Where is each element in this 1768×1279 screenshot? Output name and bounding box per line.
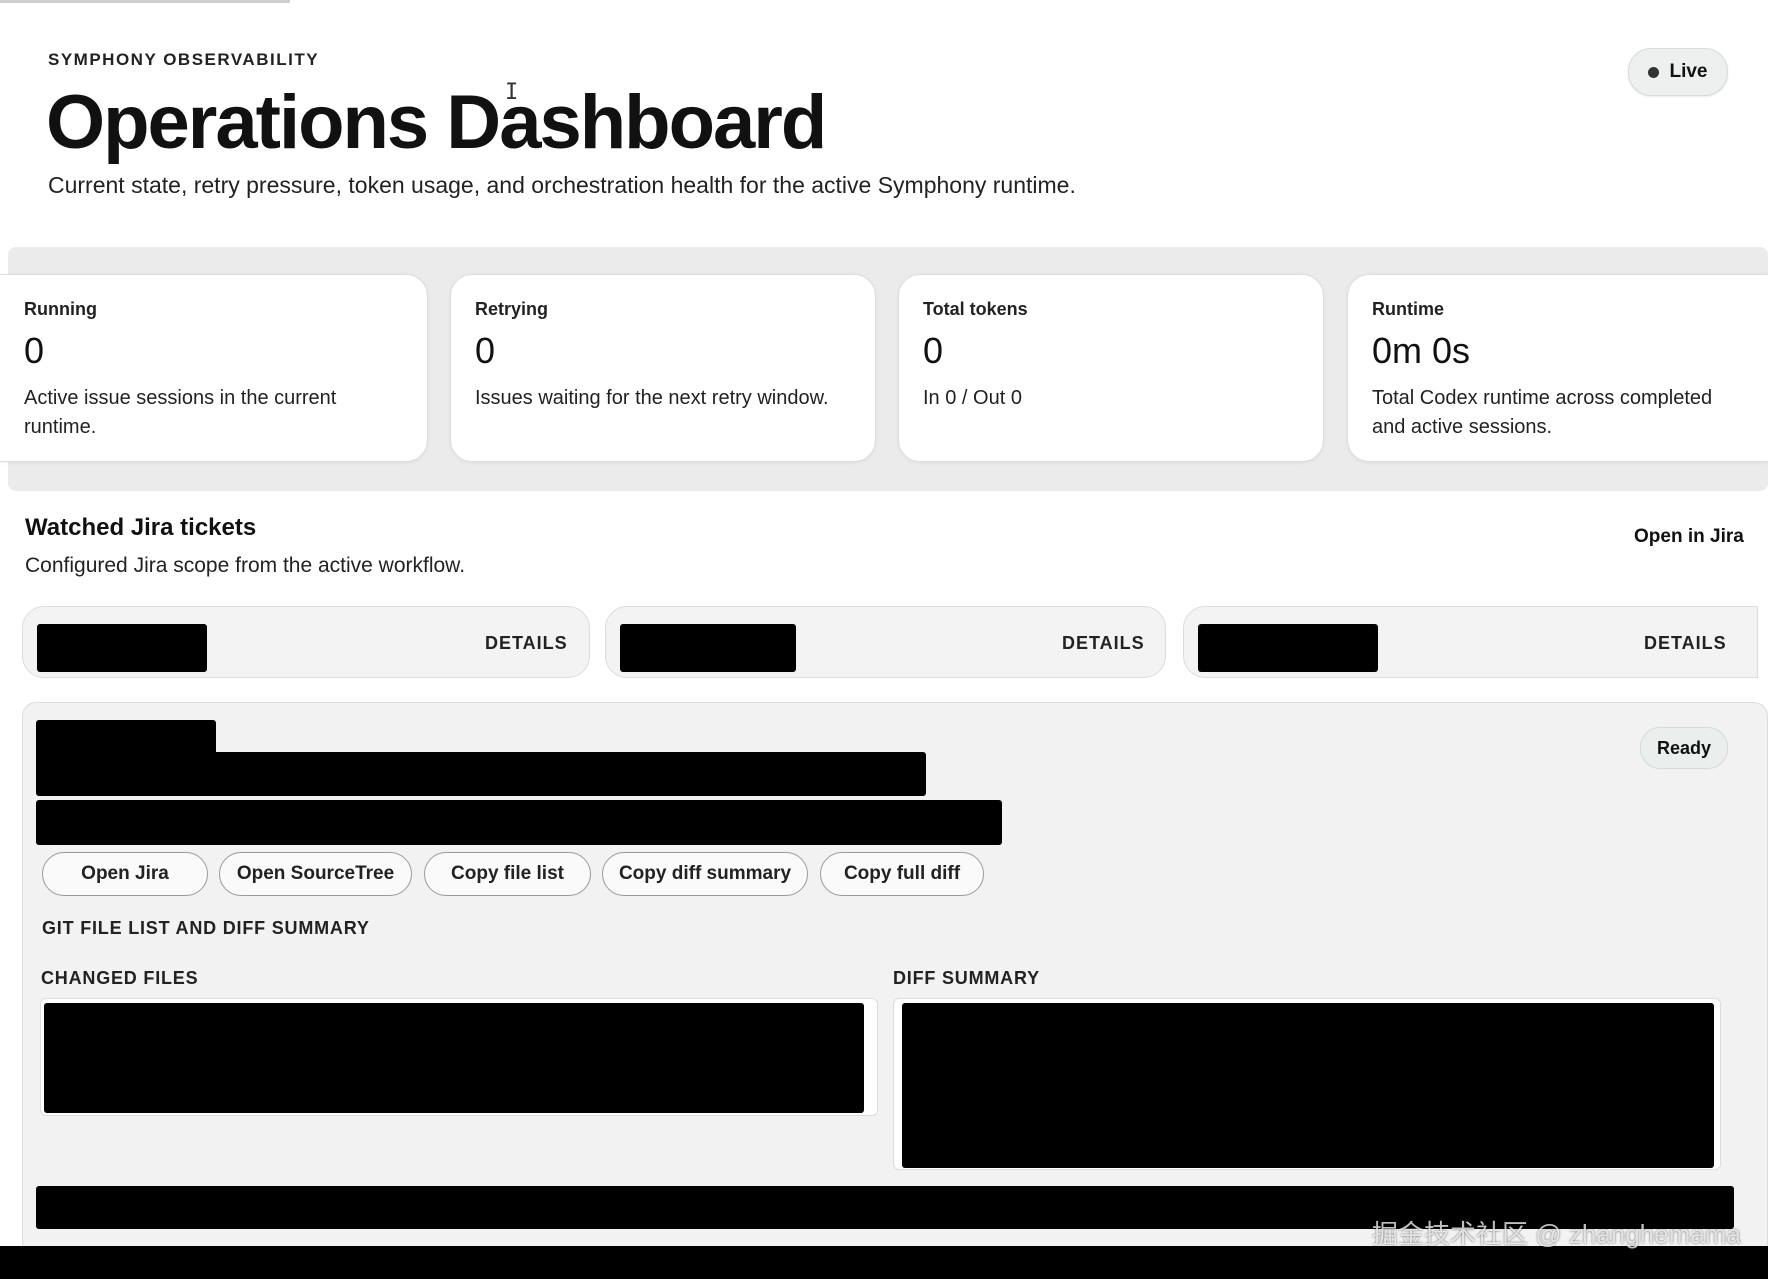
- stat-value: 0: [24, 330, 45, 371]
- copy-file-list-button[interactable]: Copy file list: [424, 852, 591, 896]
- redacted-ticket-meta: [36, 800, 1002, 845]
- page-subtitle: Current state, retry pressure, token usa…: [48, 172, 1076, 198]
- ticket-details-button[interactable]: DETAILS: [1644, 633, 1727, 654]
- stat-value: 0m 0s: [1372, 330, 1471, 371]
- git-section-heading: GIT FILE LIST AND DIFF SUMMARY: [42, 918, 370, 938]
- stat-value: 0: [923, 330, 944, 371]
- redacted-ticket-key: [620, 624, 796, 672]
- live-status-badge: Live: [1628, 48, 1728, 96]
- redacted-ticket-title: [36, 752, 926, 796]
- copy-full-diff-button[interactable]: Copy full diff: [820, 852, 984, 896]
- stat-card-retrying: Retrying 0 Issues waiting for the next r…: [450, 274, 876, 462]
- page-title: Operations Dashboard: [46, 80, 827, 165]
- stat-label: Running: [24, 299, 97, 319]
- ready-status-badge: Ready: [1640, 727, 1728, 769]
- stat-card-total-tokens: Total tokens 0 In 0 / Out 0: [898, 274, 1324, 462]
- stat-description: Active issue sessions in the current run…: [24, 387, 337, 438]
- stat-card-running: Running 0 Active issue sessions in the c…: [0, 274, 428, 462]
- stat-description: Total Codex runtime across completed and…: [1372, 387, 1713, 438]
- redacted-ticket-key: [37, 624, 207, 672]
- stat-card-runtime: Runtime 0m 0s Total Codex runtime across…: [1347, 274, 1768, 462]
- redacted-diff-summary: [902, 1003, 1714, 1168]
- redacted-changed-files: [44, 1003, 864, 1113]
- changed-files-heading: CHANGED FILES: [41, 968, 199, 988]
- stat-description: Issues waiting for the next retry window…: [475, 387, 829, 409]
- watermark: 掘金技术社区 @ zhanghemama: [1372, 1219, 1741, 1249]
- stat-value: 0: [475, 330, 496, 371]
- diff-summary-heading: DIFF SUMMARY: [893, 968, 1040, 988]
- ticket-details-button[interactable]: DETAILS: [1062, 633, 1145, 654]
- open-in-jira-link[interactable]: Open in Jira: [1634, 526, 1744, 548]
- stat-label: Total tokens: [923, 299, 1028, 319]
- open-jira-button[interactable]: Open Jira: [42, 852, 208, 896]
- live-dot-icon: [1648, 66, 1660, 78]
- stat-label: Runtime: [1372, 299, 1444, 319]
- copy-diff-summary-button[interactable]: Copy diff summary: [602, 852, 808, 896]
- text-cursor-icon: I: [505, 80, 519, 105]
- ticket-pill[interactable]: DETAILS: [1183, 606, 1758, 678]
- redacted-ticket-key: [1198, 624, 1378, 672]
- section-title: Watched Jira tickets: [25, 514, 257, 541]
- section-subtitle: Configured Jira scope from the active wo…: [25, 554, 466, 577]
- top-divider: [0, 0, 290, 3]
- ticket-details-button[interactable]: DETAILS: [485, 633, 568, 654]
- open-sourcetree-button[interactable]: Open SourceTree: [219, 852, 412, 896]
- live-label: Live: [1669, 61, 1708, 82]
- stat-description: In 0 / Out 0: [923, 387, 1022, 409]
- ticket-pill[interactable]: DETAILS: [22, 606, 590, 678]
- stat-label: Retrying: [475, 299, 549, 319]
- ticket-pill[interactable]: DETAILS: [605, 606, 1166, 678]
- app-eyebrow: SYMPHONY OBSERVABILITY: [48, 50, 320, 69]
